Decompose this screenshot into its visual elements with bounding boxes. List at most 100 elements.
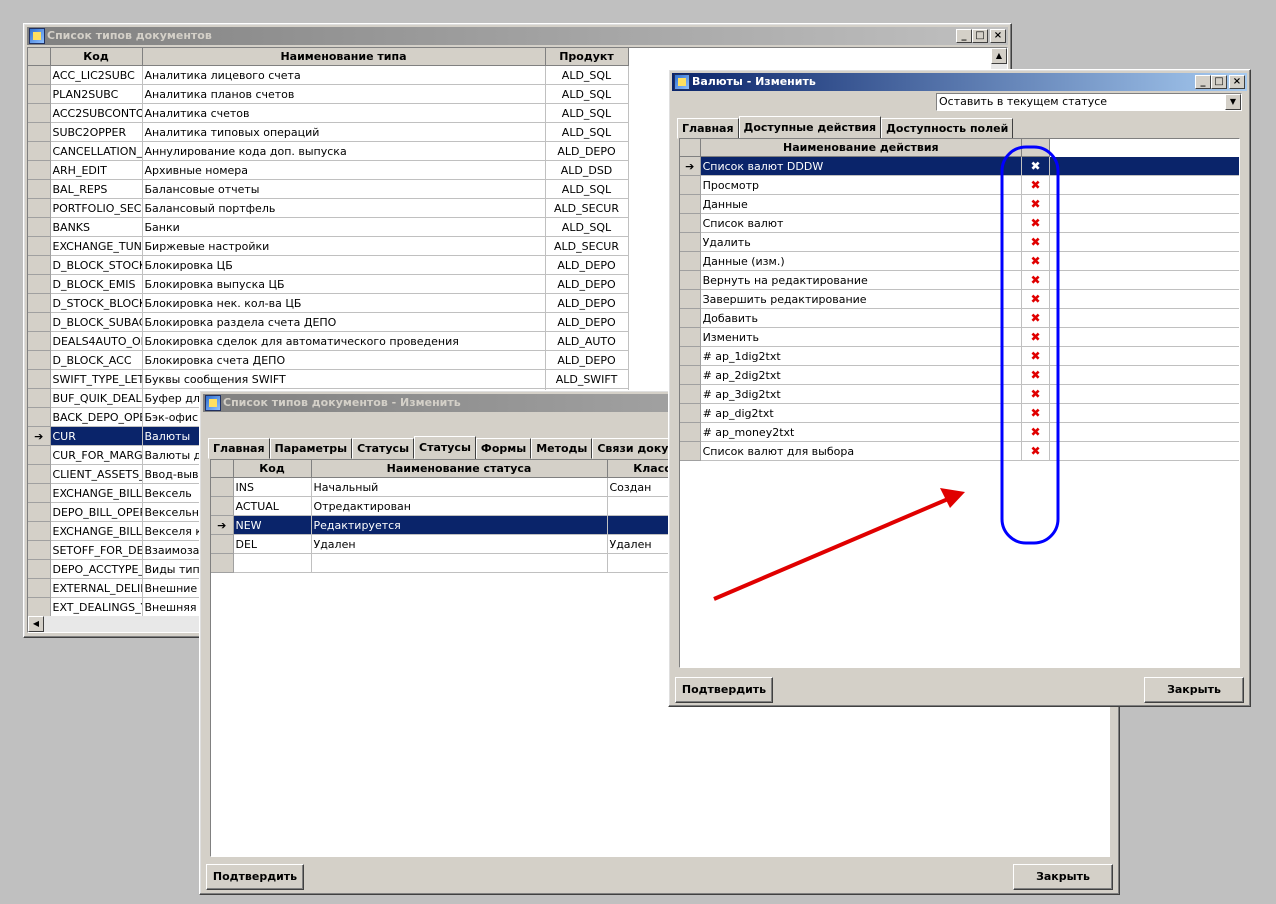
cell-product[interactable]: ALD_DSD (545, 160, 629, 180)
cell-code[interactable]: BAL_REPS (50, 179, 143, 199)
cell-action-name[interactable]: Удалить (700, 232, 1023, 252)
close-button[interactable]: × (990, 29, 1006, 43)
cell-action-name[interactable]: Данные (изм.) (700, 251, 1023, 271)
column-header-status-name[interactable]: Наименование статуса (311, 460, 608, 478)
cell-type-name[interactable]: Блокировка сделок для автоматического пр… (142, 331, 546, 351)
table-row[interactable]: # ap_2dig2txt ✖ (680, 365, 1239, 385)
cell-code[interactable]: DEPO_ACCTYPE_ (50, 559, 143, 579)
cell-status-name[interactable] (311, 553, 608, 573)
cell-status-name[interactable]: Начальный (311, 477, 608, 497)
table-row[interactable]: Изменить ✖ (680, 327, 1239, 347)
cell-flag[interactable]: ✖ (1021, 175, 1051, 195)
cell-flag[interactable]: ✖ (1021, 365, 1051, 385)
row-indicator[interactable] (28, 597, 51, 617)
cell-product[interactable]: ALD_SQL (545, 103, 629, 123)
column-header-type-name[interactable]: Наименование типа (142, 48, 546, 66)
cell-action-name[interactable]: Изменить (700, 327, 1023, 347)
cell-action-name[interactable]: # ap_1dig2txt (700, 346, 1023, 366)
cell-type-name[interactable]: Архивные номера (142, 160, 546, 180)
row-indicator[interactable] (28, 350, 51, 370)
cell-status-name[interactable]: Отредактирован (311, 496, 608, 516)
cell-action-name[interactable]: # ap_3dig2txt (700, 384, 1023, 404)
row-indicator[interactable] (680, 422, 701, 442)
row-indicator[interactable] (28, 521, 51, 541)
cell-flag[interactable]: ✖ (1021, 441, 1051, 461)
row-indicator[interactable] (211, 534, 234, 554)
cell-action-name[interactable]: Данные (700, 194, 1023, 214)
x-mark-icon[interactable]: ✖ (1031, 368, 1041, 382)
minimize-button[interactable]: _ (1195, 75, 1211, 89)
cell-code[interactable]: DEALS4AUTO_OP (50, 331, 143, 351)
cell-action-name[interactable]: # ap_dig2txt (700, 403, 1023, 423)
cell-type-name[interactable]: Аналитика лицевого счета (142, 65, 546, 85)
minimize-button[interactable]: _ (956, 29, 972, 43)
row-indicator[interactable] (28, 198, 51, 218)
cell-code[interactable]: CANCELLATION_IA (50, 141, 143, 161)
cell-action-name[interactable]: Список валют (700, 213, 1023, 233)
row-indicator[interactable] (211, 477, 234, 497)
cell-code[interactable]: PLAN2SUBC (50, 84, 143, 104)
table-row[interactable]: PLAN2SUBC Аналитика планов счетов ALD_SQL (28, 84, 629, 104)
cell-code[interactable]: ARH_EDIT (50, 160, 143, 180)
cell-code[interactable] (233, 553, 312, 573)
row-indicator[interactable] (211, 553, 234, 573)
cell-code[interactable]: SWIFT_TYPE_LET (50, 369, 143, 389)
row-indicator[interactable] (28, 312, 51, 332)
cell-code[interactable]: PORTFOLIO_SEC (50, 198, 143, 218)
tab-methods[interactable]: Методы (531, 438, 593, 459)
column-header-product[interactable]: Продукт (545, 48, 629, 66)
table-row[interactable]: Данные ✖ (680, 194, 1239, 214)
row-indicator[interactable] (680, 327, 701, 347)
cell-action-name[interactable]: # ap_2dig2txt (700, 365, 1023, 385)
row-indicator[interactable] (680, 175, 701, 195)
cell-flag[interactable]: ✖ (1021, 289, 1051, 309)
cell-type-name[interactable]: Биржевые настройки (142, 236, 546, 256)
cell-code[interactable]: EXT_DEALINGS_Y (50, 597, 143, 617)
tab-statuses-active[interactable]: Статусы (414, 436, 476, 460)
row-indicator[interactable] (28, 559, 51, 579)
cell-product[interactable]: ALD_SQL (545, 84, 629, 104)
cell-product[interactable]: ALD_DEPO (545, 255, 629, 275)
cell-product[interactable]: ALD_SQL (545, 217, 629, 237)
x-mark-icon[interactable]: ✖ (1031, 197, 1041, 211)
table-row[interactable]: Список валют ✖ (680, 213, 1239, 233)
x-mark-icon[interactable]: ✖ (1031, 425, 1041, 439)
cell-product[interactable]: ALD_SQL (545, 179, 629, 199)
tab-main[interactable]: Главная (208, 438, 270, 459)
table-row[interactable]: PORTFOLIO_SEC Балансовый портфель ALD_SECU… (28, 198, 629, 218)
cell-flag[interactable]: ✖ (1021, 213, 1051, 233)
x-mark-icon[interactable]: ✖ (1031, 273, 1041, 287)
cell-flag[interactable]: ✖ (1021, 156, 1051, 176)
cell-type-name[interactable]: Блокировка нек. кол-ва ЦБ (142, 293, 546, 313)
cell-flag[interactable]: ✖ (1021, 232, 1051, 252)
cell-type-name[interactable]: Балансовые отчеты (142, 179, 546, 199)
cell-code[interactable]: D_BLOCK_ACC (50, 350, 143, 370)
table-row[interactable]: # ap_money2txt ✖ (680, 422, 1239, 442)
row-indicator[interactable] (28, 369, 51, 389)
close-button[interactable]: × (1229, 75, 1245, 89)
cell-code[interactable]: NEW (233, 515, 312, 535)
table-row[interactable]: SUBC2OPPER Аналитика типовых операций ALD_… (28, 122, 629, 142)
close-button[interactable]: Закрыть (1144, 677, 1244, 703)
cell-code[interactable]: D_BLOCK_EMIS (50, 274, 143, 294)
x-mark-icon[interactable]: ✖ (1031, 178, 1041, 192)
row-indicator[interactable] (28, 578, 51, 598)
cell-type-name[interactable]: Блокировка раздела счета ДЕПО (142, 312, 546, 332)
row-indicator[interactable] (680, 232, 701, 252)
confirm-button[interactable]: Подтвердить (675, 677, 773, 703)
row-indicator[interactable] (680, 441, 701, 461)
cell-product[interactable]: ALD_DEPO (545, 293, 629, 313)
current-row-arrow-icon[interactable]: ➔ (680, 156, 701, 176)
cell-flag[interactable]: ✖ (1021, 403, 1051, 423)
cell-type-name[interactable]: Банки (142, 217, 546, 237)
cell-product[interactable]: ALD_DEPO (545, 274, 629, 294)
cell-code[interactable]: INS (233, 477, 312, 497)
row-indicator[interactable] (680, 213, 701, 233)
x-mark-icon[interactable]: ✖ (1031, 406, 1041, 420)
column-header-action-name[interactable]: Наименование действия (700, 139, 1023, 157)
row-indicator[interactable] (28, 274, 51, 294)
cell-type-name[interactable]: Буквы сообщения SWIFT (142, 369, 546, 389)
cell-flag[interactable]: ✖ (1021, 422, 1051, 442)
cell-code[interactable]: EXTERNAL_DELIB (50, 578, 143, 598)
cell-product[interactable]: ALD_SECUR (545, 198, 629, 218)
